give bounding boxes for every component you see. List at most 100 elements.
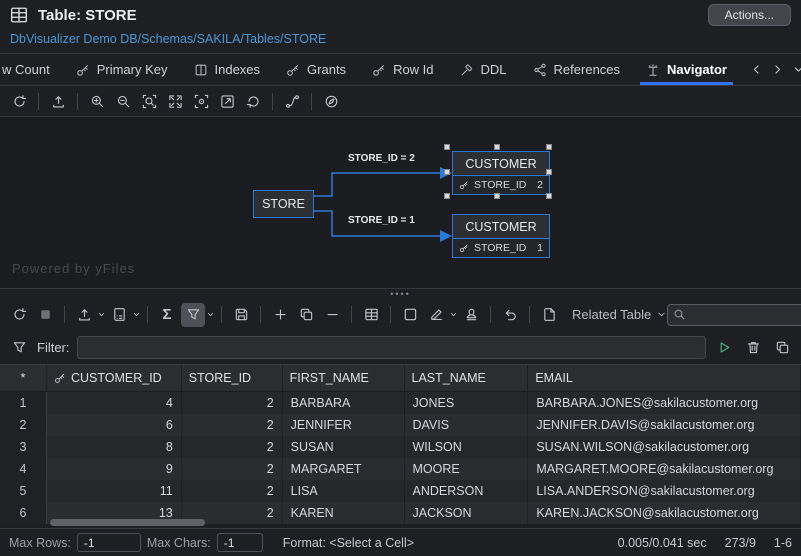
cell[interactable]: 2 [182,414,283,436]
chevron-down-icon[interactable] [792,63,801,76]
file-button[interactable] [107,303,131,327]
reset-layout-button[interactable] [241,90,265,114]
row-number[interactable]: 2 [0,414,47,436]
copy-button[interactable] [294,303,318,327]
cell[interactable]: 6 [47,414,182,436]
store-node[interactable]: STORE [253,190,314,218]
cell[interactable]: 2 [182,436,283,458]
open-window-button[interactable] [215,90,239,114]
cell[interactable]: 2 [182,480,283,502]
cell[interactable]: ANDERSON [405,480,529,502]
filter-button[interactable] [181,303,205,327]
cell[interactable]: MARGARET [283,458,405,480]
column-header-last-name[interactable]: LAST_NAME [405,365,529,391]
route-button[interactable] [280,90,304,114]
zoom-in-button[interactable] [85,90,109,114]
rect-button[interactable] [398,303,422,327]
cell[interactable]: WILSON [405,436,529,458]
export-button[interactable] [46,90,70,114]
overview-button[interactable] [189,90,213,114]
cell[interactable]: 8 [47,436,182,458]
undo-button[interactable] [498,303,522,327]
search-input[interactable] [690,307,801,323]
max-rows-input[interactable] [77,533,141,552]
cell[interactable]: JENNIFER.DAVIS@sakilacustomer.org [528,414,801,436]
selection-handle[interactable] [444,169,450,175]
row-number[interactable]: 4 [0,458,47,480]
horizontal-scrollbar[interactable] [50,519,205,526]
row-number[interactable]: 6 [0,502,47,524]
plus-button[interactable] [268,303,292,327]
edit-button[interactable] [424,303,448,327]
cell[interactable]: JACKSON [405,502,529,524]
tab-ddl[interactable]: DDL [447,54,520,85]
filter-input[interactable] [77,336,707,359]
selection-handle[interactable] [494,193,500,199]
selection-handle[interactable] [444,193,450,199]
customer-node-bottom[interactable]: CUSTOMER STORE_ID 1 [452,214,550,258]
column-header-email[interactable]: EMAIL [528,365,801,391]
fit-content-button[interactable] [163,90,187,114]
cell[interactable]: KAREN [283,502,405,524]
splitter-handle[interactable]: •••• [0,288,801,298]
tab-indexes[interactable]: Indexes [181,54,274,85]
chevron-down-icon[interactable] [206,310,215,319]
tab-references[interactable]: References [520,54,633,85]
trash-icon[interactable] [742,337,764,359]
new-file-button[interactable] [537,303,561,327]
chevron-down-icon[interactable] [449,310,458,319]
selection-handle[interactable] [546,193,552,199]
column-header-store-id[interactable]: STORE_ID [182,365,283,391]
column-header-customer-id[interactable]: CUSTOMER_ID [47,365,182,391]
cell[interactable]: 11 [47,480,182,502]
save-button[interactable] [229,303,253,327]
chevron-left-icon[interactable] [750,63,763,76]
cell[interactable]: JONES [405,392,529,414]
stamp-button[interactable] [459,303,483,327]
cell[interactable]: BARBARA [283,392,405,414]
tab-row-id[interactable]: Row Id [359,54,446,85]
row-number[interactable]: 3 [0,436,47,458]
actions-button[interactable]: Actions... [708,4,791,26]
cell[interactable]: SUSAN [283,436,405,458]
zoom-region-button[interactable] [137,90,161,114]
cell[interactable]: 2 [182,392,283,414]
selection-handle[interactable] [546,169,552,175]
cell[interactable]: 2 [182,458,283,480]
max-chars-input[interactable] [217,533,263,552]
play-icon[interactable] [713,337,735,359]
stop-button[interactable] [33,303,57,327]
cell[interactable]: MARGARET.MOORE@sakilacustomer.org [528,458,801,480]
chevron-down-icon[interactable] [132,310,141,319]
grid-button[interactable] [359,303,383,327]
cell[interactable]: DAVIS [405,414,529,436]
related-table-dropdown[interactable]: Related Table [572,307,667,322]
tab-primary-key[interactable]: Primary Key [63,54,181,85]
column-header--[interactable]: * [0,365,47,391]
selection-handle[interactable] [444,144,450,150]
tab-grants[interactable]: Grants [273,54,359,85]
cell[interactable]: LISA.ANDERSON@sakilacustomer.org [528,480,801,502]
selection-handle[interactable] [546,144,552,150]
compass-button[interactable] [319,90,343,114]
cell[interactable]: BARBARA.JONES@sakilacustomer.org [528,392,801,414]
cell[interactable]: MOORE [405,458,529,480]
cell[interactable]: JENNIFER [283,414,405,436]
refresh-button[interactable] [7,90,31,114]
cell[interactable]: 9 [47,458,182,480]
row-number[interactable]: 1 [0,392,47,414]
column-header-first-name[interactable]: FIRST_NAME [283,365,405,391]
chevron-down-icon[interactable] [97,310,106,319]
tab-w-count[interactable]: w Count [0,54,63,85]
cell[interactable]: 4 [47,392,182,414]
breadcrumb[interactable]: DbVisualizer Demo DB/Schemas/SAKILA/Tabl… [10,29,326,49]
cell[interactable]: SUSAN.WILSON@sakilacustomer.org [528,436,801,458]
zoom-out-button[interactable] [111,90,135,114]
selection-handle[interactable] [494,144,500,150]
customer-node-top[interactable]: CUSTOMER STORE_ID 2 [452,151,550,195]
refresh-button[interactable] [7,303,31,327]
cell[interactable]: KAREN.JACKSON@sakilacustomer.org [528,502,801,524]
row-number[interactable]: 5 [0,480,47,502]
minus-button[interactable] [320,303,344,327]
sigma-button[interactable]: Σ [155,303,179,327]
